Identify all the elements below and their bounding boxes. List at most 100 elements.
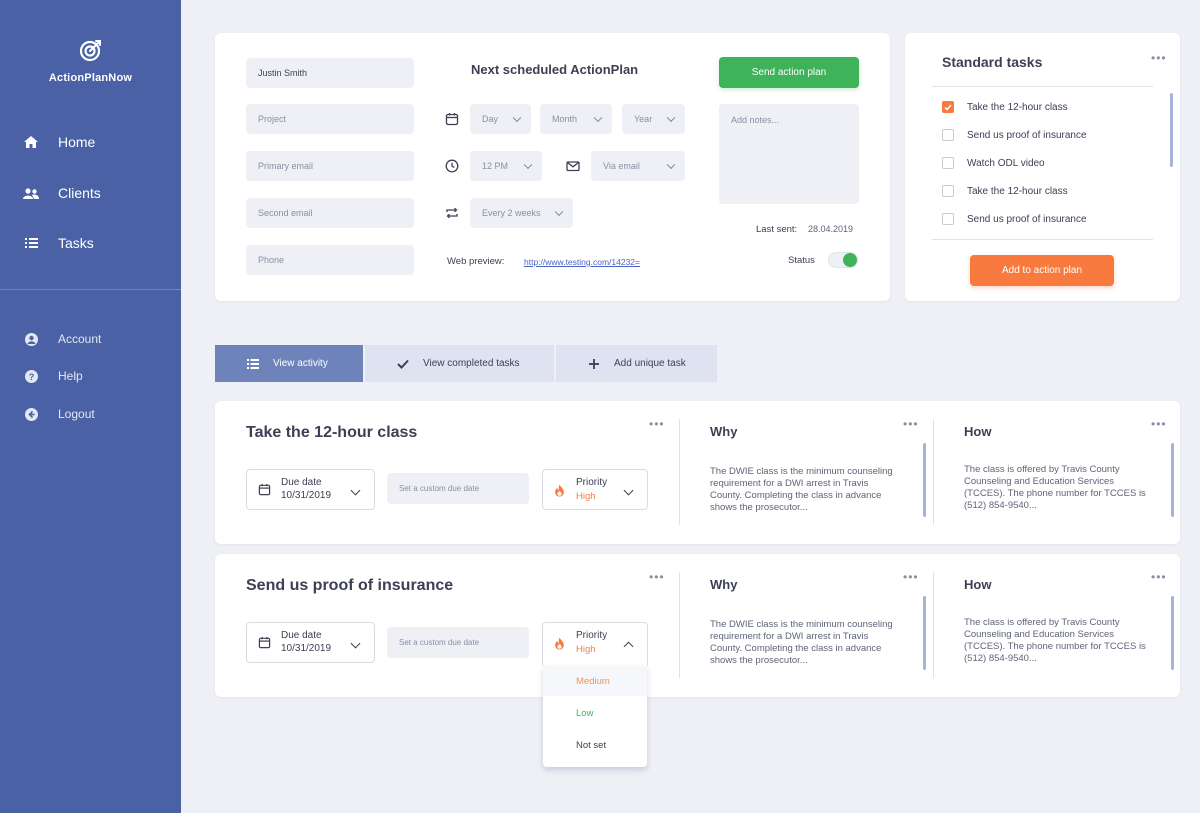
why-heading: Why <box>710 424 738 439</box>
clock-icon <box>445 159 459 173</box>
priority-select-open[interactable]: Priority High <box>542 622 648 666</box>
day-select[interactable]: Day <box>470 104 531 134</box>
priority-option-low[interactable]: Low <box>543 698 647 728</box>
plus-icon <box>587 357 601 371</box>
more-options-icon[interactable]: ••• <box>903 418 919 430</box>
client-name-field[interactable]: Justin Smith <box>246 58 414 88</box>
year-select[interactable]: Year <box>622 104 685 134</box>
sidebar: ActionPlanNow Home Clients Tasks Account… <box>0 0 181 813</box>
more-options-icon[interactable]: ••• <box>1151 418 1167 430</box>
priority-value: High <box>576 491 596 502</box>
last-sent-label: Last sent: <box>756 224 798 235</box>
custom-due-date-field[interactable]: Set a custom due date <box>387 627 529 658</box>
flame-icon <box>555 484 564 497</box>
standard-tasks-title: Standard tasks <box>942 54 1043 70</box>
sidebar-divider <box>0 289 181 290</box>
scrollbar[interactable] <box>1171 596 1174 670</box>
scrollbar[interactable] <box>923 596 926 670</box>
priority-option-not-set[interactable]: Not set <box>543 730 647 760</box>
why-text: The DWIE class is the minimum counseling… <box>710 466 893 513</box>
primary-email-field[interactable]: Primary email <box>246 151 414 181</box>
sidebar-item-help[interactable]: ? Help <box>22 368 83 384</box>
calendar-icon <box>258 636 271 649</box>
how-heading: How <box>964 424 992 439</box>
tab-view-activity[interactable]: View activity <box>215 345 363 382</box>
sidebar-item-label: Account <box>58 332 102 346</box>
status-label: Status <box>788 255 815 266</box>
chevron-down-icon <box>512 113 522 123</box>
second-email-field[interactable]: Second email <box>246 198 414 228</box>
checkbox-checked[interactable] <box>942 101 954 113</box>
due-date-value: 10/31/2019 <box>281 490 332 501</box>
divider <box>679 572 680 678</box>
due-date-label: Due date <box>281 630 322 641</box>
last-sent-value: 28.04.2019 <box>808 224 854 234</box>
standard-task-item[interactable]: Send us proof of insurance <box>942 129 1087 141</box>
chevron-down-icon <box>623 485 634 496</box>
sidebar-item-label: Home <box>58 134 96 150</box>
divider <box>933 419 934 525</box>
checkbox[interactable] <box>942 213 954 225</box>
app-logo[interactable]: ActionPlanNow <box>0 38 181 86</box>
tab-view-completed-tasks[interactable]: View completed tasks <box>365 345 554 382</box>
list-icon <box>22 235 40 251</box>
more-options-icon[interactable]: ••• <box>649 418 665 430</box>
status-toggle[interactable] <box>828 252 858 268</box>
sidebar-item-account[interactable]: Account <box>22 331 101 347</box>
checkbox[interactable] <box>942 157 954 169</box>
project-field[interactable]: Project <box>246 104 414 134</box>
priority-dropdown: Medium Low Not set <box>543 666 647 767</box>
how-text: The class is offered by Travis County Co… <box>964 617 1146 664</box>
chevron-down-icon <box>350 485 361 496</box>
divider <box>933 572 934 678</box>
schedule-heading: Next scheduled ActionPlan <box>471 62 639 77</box>
task-card: Take the 12-hour class ••• Due date 10/3… <box>215 401 1180 544</box>
priority-select[interactable]: Priority High <box>542 469 648 510</box>
sidebar-item-logout[interactable]: Logout <box>22 406 95 422</box>
standard-task-item[interactable]: Watch ODL video <box>942 157 1045 169</box>
more-options-icon[interactable]: ••• <box>1151 52 1167 64</box>
chevron-down-icon <box>350 638 361 649</box>
sidebar-item-clients[interactable]: Clients <box>22 185 101 201</box>
scrollbar[interactable] <box>1171 443 1174 517</box>
scrollbar[interactable] <box>923 443 926 517</box>
calendar-icon <box>258 483 271 496</box>
standard-task-item[interactable]: Take the 12-hour class <box>942 101 1068 113</box>
standard-task-item[interactable]: Send us proof of insurance <box>942 213 1087 225</box>
add-to-action-plan-button[interactable]: Add to action plan <box>970 255 1114 286</box>
task-card: Send us proof of insurance ••• Due date … <box>215 554 1180 697</box>
help-icon: ? <box>22 368 40 384</box>
delivery-select[interactable]: Via email <box>591 151 685 181</box>
flame-icon <box>555 637 564 650</box>
chevron-down-icon <box>666 160 676 170</box>
due-date-select[interactable]: Due date 10/31/2019 <box>246 622 375 663</box>
more-options-icon[interactable]: ••• <box>649 571 665 583</box>
checkbox[interactable] <box>942 185 954 197</box>
scrollbar[interactable] <box>1170 93 1173 167</box>
sidebar-item-tasks[interactable]: Tasks <box>22 235 94 251</box>
divider <box>932 86 1153 87</box>
priority-option-medium[interactable]: Medium <box>543 666 647 696</box>
frequency-select[interactable]: Every 2 weeks <box>470 198 573 228</box>
web-preview-link[interactable]: http://www.testing.com/14232= <box>524 257 640 267</box>
more-options-icon[interactable]: ••• <box>903 571 919 583</box>
checkbox[interactable] <box>942 129 954 141</box>
time-select[interactable]: 12 PM <box>470 151 542 181</box>
sidebar-item-label: Help <box>58 369 83 383</box>
chevron-down-icon <box>523 160 533 170</box>
phone-field[interactable]: Phone <box>246 245 414 275</box>
task-title: Take the 12-hour class <box>246 424 418 441</box>
sidebar-item-home[interactable]: Home <box>22 134 95 150</box>
notes-textarea[interactable]: Add notes... <box>719 104 859 204</box>
how-heading: How <box>964 577 992 592</box>
send-action-plan-button[interactable]: Send action plan <box>719 57 859 88</box>
users-icon <box>22 185 40 201</box>
standard-tasks-card: Standard tasks ••• Take the 12-hour clas… <box>905 33 1180 301</box>
standard-task-item[interactable]: Take the 12-hour class <box>942 185 1068 197</box>
priority-label: Priority <box>576 630 608 641</box>
custom-due-date-field[interactable]: Set a custom due date <box>387 473 529 504</box>
due-date-select[interactable]: Due date 10/31/2019 <box>246 469 375 510</box>
tab-add-unique-task[interactable]: Add unique task <box>556 345 717 382</box>
month-select[interactable]: Month <box>540 104 612 134</box>
more-options-icon[interactable]: ••• <box>1151 571 1167 583</box>
